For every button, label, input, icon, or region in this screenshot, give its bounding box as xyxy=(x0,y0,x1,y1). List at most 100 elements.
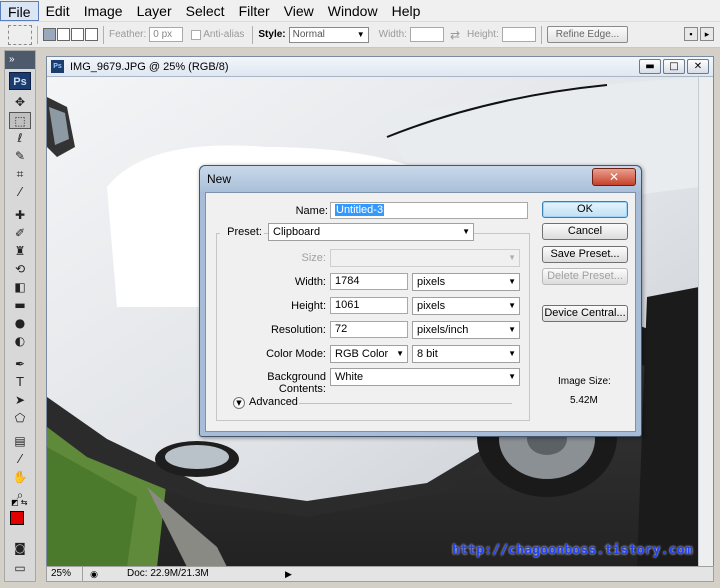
save-preset-button[interactable]: Save Preset... xyxy=(542,246,628,263)
cancel-button[interactable]: Cancel xyxy=(542,223,628,240)
toolbox-collapse-icon[interactable]: » xyxy=(5,51,35,69)
height-input[interactable]: 1061 xyxy=(330,297,408,314)
foreground-color-swatch[interactable] xyxy=(10,511,24,525)
brush-tool-icon[interactable]: ✐ xyxy=(9,225,31,242)
clone-stamp-tool-icon[interactable]: ♜ xyxy=(9,243,31,260)
shape-tool-icon[interactable]: ⬠ xyxy=(9,410,31,427)
zoom-level[interactable]: 25% xyxy=(47,567,83,581)
menu-filter[interactable]: Filter xyxy=(232,1,277,21)
height-input[interactable] xyxy=(501,27,536,42)
quick-mask-icon[interactable]: ◙ xyxy=(9,540,31,557)
photoshop-logo[interactable]: Ps xyxy=(9,72,31,90)
chevron-down-icon: ▼ xyxy=(508,301,516,310)
width-unit-select[interactable]: pixels ▼ xyxy=(412,273,520,291)
status-info-icon[interactable]: ◉ xyxy=(87,569,101,580)
name-input[interactable]: Untitled-3 xyxy=(330,202,528,219)
intersect-selection-icon[interactable] xyxy=(85,28,98,41)
add-selection-icon[interactable] xyxy=(57,28,70,41)
panel-toggle-icon[interactable]: ▸ xyxy=(700,27,714,41)
quick-selection-tool-icon[interactable]: ✎ xyxy=(9,148,31,165)
chevron-down-icon: ▼ xyxy=(508,349,516,358)
marquee-tool-preset-icon[interactable] xyxy=(8,24,32,45)
menu-help[interactable]: Help xyxy=(385,1,428,21)
minimize-button[interactable]: ▬ xyxy=(639,59,661,74)
dialog-title: New xyxy=(207,172,232,186)
preset-label: Preset: xyxy=(220,226,264,238)
type-tool-icon[interactable]: T xyxy=(9,374,31,391)
chevron-down-icon: ▼ xyxy=(462,227,470,236)
advanced-expand-icon[interactable]: ▼ xyxy=(233,397,245,409)
chevron-down-icon: ▼ xyxy=(508,253,516,262)
history-brush-tool-icon[interactable]: ⟲ xyxy=(9,261,31,278)
close-button[interactable]: ✕ xyxy=(687,59,709,74)
eyedropper-tool-icon[interactable]: ⁄ xyxy=(9,184,31,201)
preset-select[interactable]: Clipboard ▼ xyxy=(268,223,474,241)
options-separator xyxy=(252,25,254,44)
menu-bar: File Edit Image Layer Select Filter View… xyxy=(0,0,720,22)
new-document-dialog: New ✕ Name: Untitled-3 Preset: Clipboard… xyxy=(199,165,642,437)
dialog-titlebar[interactable]: New ✕ xyxy=(200,166,641,192)
width-input[interactable]: 1784 xyxy=(330,273,408,290)
hand-tool-icon[interactable]: ✋ xyxy=(9,469,31,486)
name-value: Untitled-3 xyxy=(335,204,385,216)
height-unit-value: pixels xyxy=(417,300,446,312)
rect-marquee-tool-icon[interactable]: ⬚ xyxy=(9,112,31,129)
chevron-down-icon: ▼ xyxy=(396,349,404,358)
style-select[interactable]: Normal xyxy=(288,26,369,43)
resolution-input[interactable]: 72 xyxy=(330,321,408,338)
photoshop-doc-icon: Ps xyxy=(51,60,64,73)
advanced-divider xyxy=(299,403,512,404)
device-central-button[interactable]: Device Central... xyxy=(542,305,628,322)
notes-tool-icon[interactable]: ▤ xyxy=(9,433,31,450)
eraser-tool-icon[interactable]: ◧ xyxy=(9,279,31,296)
background-contents-label: Background Contents: xyxy=(267,371,326,395)
subtract-selection-icon[interactable] xyxy=(71,28,84,41)
feather-input[interactable]: 0 px xyxy=(149,27,184,42)
antialias-checkbox[interactable] xyxy=(191,29,202,40)
gradient-tool-icon[interactable]: ▬ xyxy=(9,297,31,314)
height-label: Height: xyxy=(467,29,499,40)
menu-window[interactable]: Window xyxy=(321,1,385,21)
healing-brush-tool-icon[interactable]: ✚ xyxy=(9,207,31,224)
menu-edit[interactable]: Edit xyxy=(39,1,77,21)
menu-select[interactable]: Select xyxy=(179,1,232,21)
image-size-value: 5.42M xyxy=(570,395,598,406)
default-colors-icon[interactable]: ◩ ⇆ xyxy=(11,498,27,507)
maximize-button[interactable]: □ xyxy=(663,59,685,74)
lasso-tool-icon[interactable]: ℓ xyxy=(9,130,31,147)
image-size-label: Image Size: xyxy=(558,376,611,387)
new-selection-icon[interactable] xyxy=(43,28,56,41)
status-menu-arrow-icon[interactable]: ▶ xyxy=(285,569,292,580)
width-input[interactable] xyxy=(409,27,444,42)
width-label: Width: xyxy=(294,276,326,288)
swap-icon[interactable]: ⇄ xyxy=(450,28,460,42)
menu-layer[interactable]: Layer xyxy=(130,1,179,21)
toolbox: » Ps ✥ ⬚ ℓ ✎ ⌗ ⁄ ✚ ✐ ♜ ⟲ ◧ ▬ ● ◐ ✒ T ➤ ⬠… xyxy=(4,50,36,582)
advanced-label[interactable]: Advanced xyxy=(249,396,298,408)
pen-tool-icon[interactable]: ✒ xyxy=(9,356,31,373)
blur-tool-icon[interactable]: ● xyxy=(9,315,31,332)
ok-button[interactable]: OK xyxy=(542,201,628,218)
dialog-close-button[interactable]: ✕ xyxy=(592,168,636,186)
crop-tool-icon[interactable]: ⌗ xyxy=(9,166,31,183)
width-unit-value: pixels xyxy=(417,276,446,288)
path-selection-tool-icon[interactable]: ➤ xyxy=(9,392,31,409)
background-contents-select[interactable]: White ▼ xyxy=(330,368,520,386)
dodge-tool-icon[interactable]: ◐ xyxy=(9,333,31,350)
vertical-scrollbar[interactable] xyxy=(698,77,713,567)
height-unit-select[interactable]: pixels ▼ xyxy=(412,297,520,315)
screen-mode-icon[interactable]: ▭ xyxy=(9,560,31,577)
resolution-unit-select[interactable]: pixels/inch ▼ xyxy=(412,321,520,339)
bit-depth-select[interactable]: 8 bit ▼ xyxy=(412,345,520,363)
color-mode-select[interactable]: RGB Color ▼ xyxy=(330,345,408,363)
menu-image[interactable]: Image xyxy=(77,1,130,21)
refine-edge-button[interactable]: Refine Edge... xyxy=(546,26,629,43)
color-sampler-tool-icon[interactable]: ⁄ xyxy=(9,451,31,468)
workspace-icon[interactable]: ▪ xyxy=(684,27,698,41)
document-titlebar[interactable]: Ps IMG_9679.JPG @ 25% (RGB/8) ▬ □ ✕ xyxy=(47,57,713,77)
move-tool-icon[interactable]: ✥ xyxy=(9,94,31,111)
menu-view[interactable]: View xyxy=(277,1,321,21)
resolution-unit-value: pixels/inch xyxy=(417,324,469,336)
color-mode-label: Color Mode: xyxy=(266,348,326,360)
menu-file[interactable]: File xyxy=(0,0,39,21)
